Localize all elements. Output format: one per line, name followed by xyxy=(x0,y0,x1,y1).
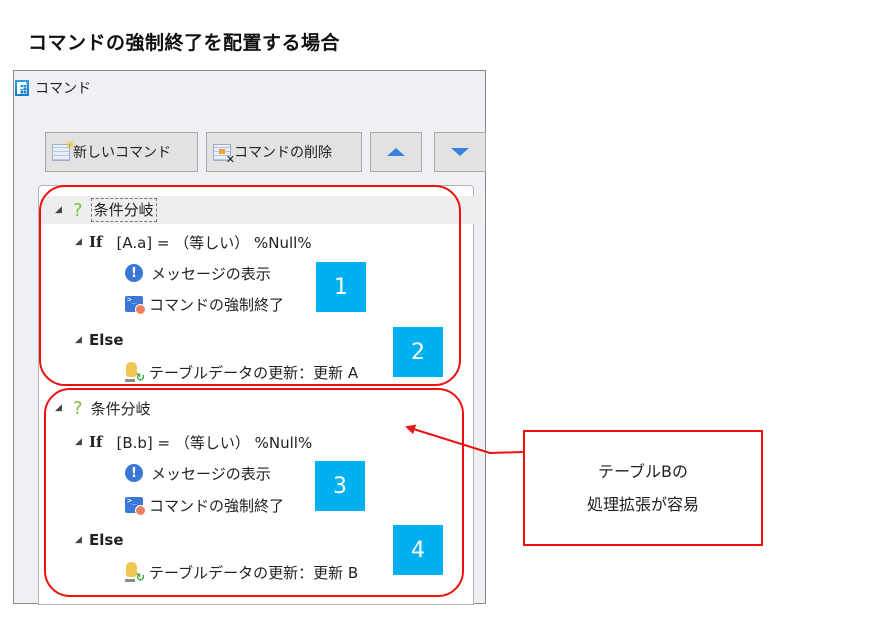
step-badge-2: 2 xyxy=(393,327,443,377)
triangle-up-icon xyxy=(387,148,405,156)
else-keyword: Else xyxy=(89,331,124,349)
else-keyword: Else xyxy=(89,531,124,549)
delete-grid-icon: ✕ xyxy=(213,143,235,165)
item-label: メッセージの表示 xyxy=(151,464,271,483)
tree-item-force-stop[interactable]: コマンドの強制終了 xyxy=(125,290,284,318)
expand-icon[interactable]: ◢ xyxy=(55,403,69,413)
toolbar: ✳ 新しいコマンド ✕ コマンドの削除 xyxy=(45,132,486,172)
tree-item-message[interactable]: ! メッセージの表示 xyxy=(125,459,271,487)
branch-label: 条件分岐 xyxy=(90,399,151,418)
tree-item-if[interactable]: ◢ If [B.b] = （等しい） %Null% xyxy=(75,428,312,456)
move-down-button[interactable] xyxy=(434,132,486,172)
branch-label: 条件分岐 xyxy=(90,198,157,222)
tree-item-else[interactable]: ◢ Else xyxy=(75,326,124,354)
tree-item-branch[interactable]: ◢ ? 条件分岐 xyxy=(55,394,151,422)
item-label: コマンドの強制終了 xyxy=(149,496,285,515)
step-badge-4: 4 xyxy=(393,525,443,575)
delete-command-button[interactable]: ✕ コマンドの削除 xyxy=(206,132,362,172)
force-stop-icon xyxy=(125,496,146,516)
new-command-button[interactable]: ✳ 新しいコマンド xyxy=(45,132,198,172)
if-keyword: If xyxy=(89,433,103,451)
item-label: テーブルデータの更新：更新 B xyxy=(149,563,359,582)
if-condition: [B.b] = （等しい） %Null% xyxy=(116,433,313,452)
info-icon: ! xyxy=(125,264,143,282)
table-update-icon: ↻ xyxy=(125,362,145,383)
expand-icon[interactable]: ◢ xyxy=(75,335,89,345)
question-icon: ? xyxy=(73,199,83,221)
if-condition: [A.a] = （等しい） %Null% xyxy=(116,233,312,252)
triangle-down-icon xyxy=(451,148,469,156)
app-f-grid-icon xyxy=(15,80,29,96)
table-update-icon: ↻ xyxy=(125,562,145,583)
tree-item-force-stop[interactable]: コマンドの強制終了 xyxy=(125,491,284,519)
tree-item-else[interactable]: ◢ Else xyxy=(75,526,124,554)
tree-item-branch[interactable]: ◢ ? 条件分岐 xyxy=(41,196,483,224)
callout-box: テーブルBの 処理拡張が容易 xyxy=(523,430,763,546)
tree-item-table-update[interactable]: ↻ テーブルデータの更新：更新 A xyxy=(125,358,358,386)
window-title: コマンド xyxy=(35,81,91,97)
question-icon: ? xyxy=(73,397,83,419)
item-label: テーブルデータの更新：更新 A xyxy=(149,363,359,382)
callout-line-2: 処理拡張が容易 xyxy=(586,495,699,514)
new-grid-icon: ✳ xyxy=(52,139,75,161)
move-up-button[interactable] xyxy=(370,132,422,172)
item-label: コマンドの強制終了 xyxy=(149,295,285,314)
callout-line-1: テーブルBの xyxy=(597,462,689,481)
item-label: メッセージの表示 xyxy=(151,264,271,283)
expand-icon[interactable]: ◢ xyxy=(75,237,89,247)
if-keyword: If xyxy=(89,233,103,251)
step-badge-1: 1 xyxy=(316,262,366,312)
expand-icon[interactable]: ◢ xyxy=(55,205,69,215)
window-titlebar: コマンド xyxy=(14,71,485,105)
step-badge-3: 3 xyxy=(315,461,365,511)
tree-item-if[interactable]: ◢ If [A.a] = （等しい） %Null% xyxy=(75,228,312,256)
new-command-label: 新しいコマンド xyxy=(73,145,171,161)
tree-item-table-update[interactable]: ↻ テーブルデータの更新：更新 B xyxy=(125,558,358,586)
force-stop-icon xyxy=(125,295,146,315)
tree-item-message[interactable]: ! メッセージの表示 xyxy=(125,259,271,287)
expand-icon[interactable]: ◢ xyxy=(75,437,89,447)
delete-command-label: コマンドの削除 xyxy=(234,145,332,161)
page-heading: コマンドの強制終了を配置する場合 xyxy=(28,32,341,54)
expand-icon[interactable]: ◢ xyxy=(75,535,89,545)
info-icon: ! xyxy=(125,464,143,482)
